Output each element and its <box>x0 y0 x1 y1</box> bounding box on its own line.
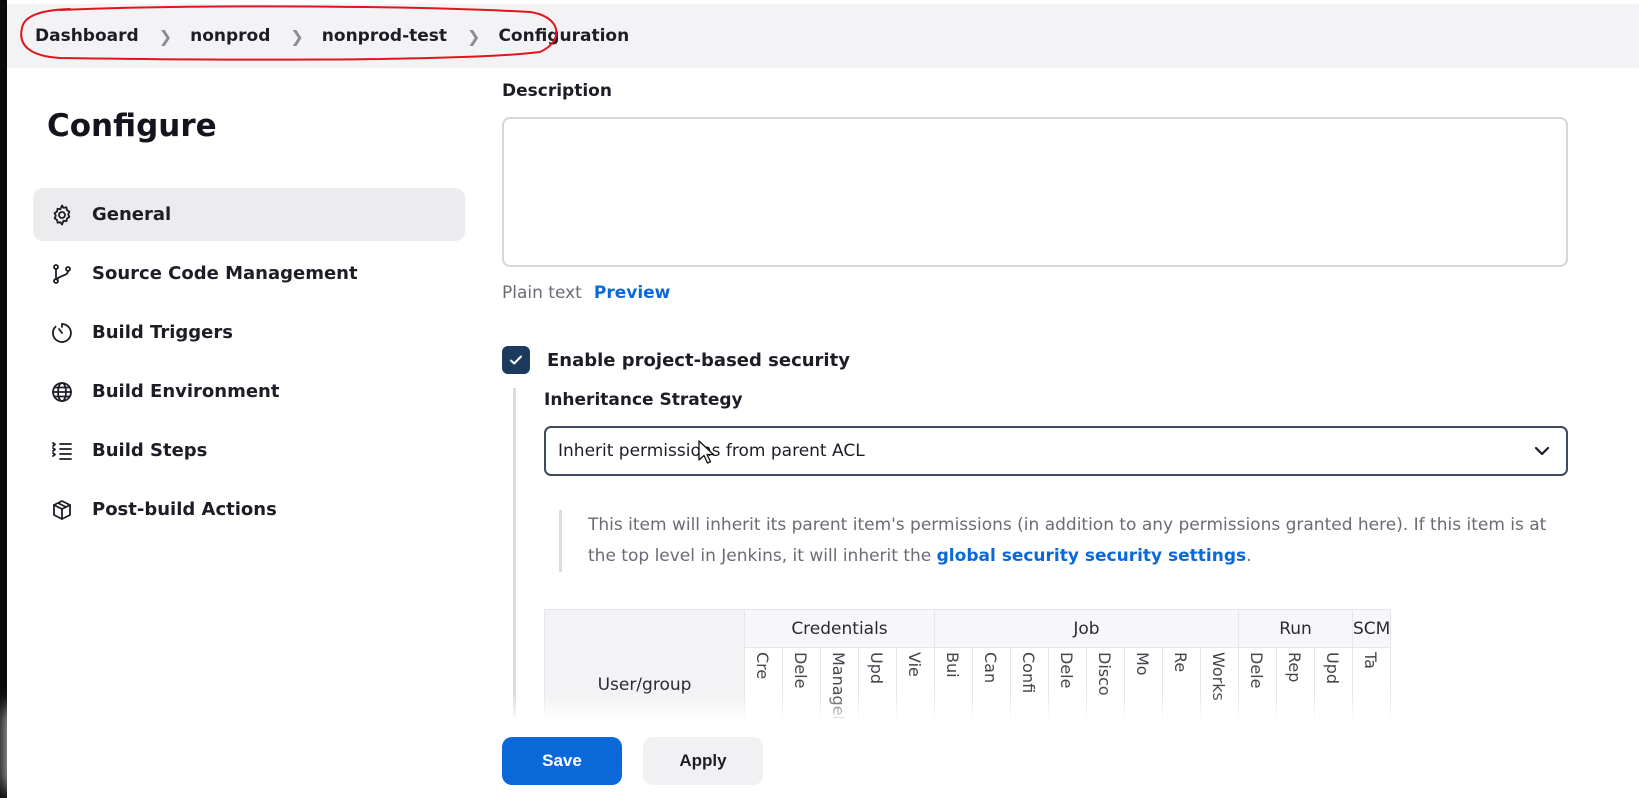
chevron-down-icon <box>1534 446 1550 456</box>
column-label: Can <box>981 652 1000 684</box>
column-label: Disco <box>1095 652 1114 696</box>
column-label: Rep <box>1285 652 1304 683</box>
sidebar-item-build-environment[interactable]: Build Environment <box>33 365 465 418</box>
column-label: Dele <box>791 652 810 689</box>
column-label: Confi <box>1019 652 1038 694</box>
column-label: Dele <box>1057 652 1076 689</box>
globe-icon <box>49 379 75 405</box>
sidebar-item-build-steps[interactable]: Build Steps <box>33 424 465 477</box>
sidebar-item-label: Build Triggers <box>92 322 233 343</box>
sidebar-nav: General Source Code Management Build Tri… <box>33 188 465 542</box>
inheritance-strategy-label: Inheritance Strategy <box>544 390 743 410</box>
sidebar-item-source-code-management[interactable]: Source Code Management <box>33 247 465 300</box>
git-branch-icon <box>49 261 75 287</box>
format-row: Plain text Preview <box>502 283 670 303</box>
package-icon <box>49 497 75 523</box>
global-security-link[interactable]: global security security settings <box>937 546 1247 566</box>
column-label: Upd <box>1323 652 1342 685</box>
project-security-label[interactable]: Enable project-based security <box>547 350 850 371</box>
sidebar-item-label: Source Code Management <box>92 263 358 284</box>
column-label: Re <box>1171 652 1190 673</box>
page-title: Configure <box>47 108 217 144</box>
column-label: Mo <box>1133 652 1152 676</box>
project-security-row: Enable project-based security <box>502 346 850 374</box>
preview-link[interactable]: Preview <box>594 283 671 303</box>
inheritance-help-text: This item will inherit its parent item's… <box>559 510 1569 572</box>
group-header-credentials: Credentials <box>744 609 935 648</box>
group-header-scm: SCM <box>1351 609 1392 648</box>
column-label: ManageD <box>829 652 848 728</box>
plain-text-label: Plain text <box>502 283 582 303</box>
group-header-job: Job <box>934 609 1239 648</box>
sidebar-item-general[interactable]: General <box>33 188 465 241</box>
window-edge <box>0 0 7 798</box>
bottom-action-bar <box>7 718 1639 798</box>
gear-icon <box>49 202 75 228</box>
timer-icon <box>49 320 75 346</box>
annotation-ellipse <box>20 5 558 61</box>
description-textarea[interactable] <box>502 117 1568 267</box>
mouse-cursor-icon <box>698 440 715 464</box>
project-security-checkbox[interactable] <box>502 346 530 374</box>
sidebar-item-build-triggers[interactable]: Build Triggers <box>33 306 465 359</box>
sidebar-item-label: Post-build Actions <box>92 499 277 520</box>
column-label: Vie <box>905 652 924 677</box>
apply-button[interactable]: Apply <box>643 737 763 785</box>
save-button[interactable]: Save <box>502 737 622 785</box>
sidebar-item-label: Build Environment <box>92 381 280 402</box>
sidebar-item-post-build-actions[interactable]: Post-build Actions <box>33 483 465 536</box>
column-label: Ta <box>1361 652 1380 669</box>
list-steps-icon <box>49 438 75 464</box>
description-label: Description <box>502 81 612 101</box>
column-label: Bui <box>943 652 962 678</box>
nested-section-line <box>513 388 516 728</box>
help-text-part-2: . <box>1246 546 1252 566</box>
sidebar-item-label: General <box>92 204 172 225</box>
column-label: Dele <box>1247 652 1266 689</box>
column-label: Upd <box>867 652 886 685</box>
sidebar-item-label: Build Steps <box>92 440 208 461</box>
checkmark-icon <box>510 355 522 365</box>
column-label: Works <box>1209 652 1228 701</box>
group-header-run: Run <box>1238 609 1353 648</box>
column-label: Cre <box>753 652 772 680</box>
